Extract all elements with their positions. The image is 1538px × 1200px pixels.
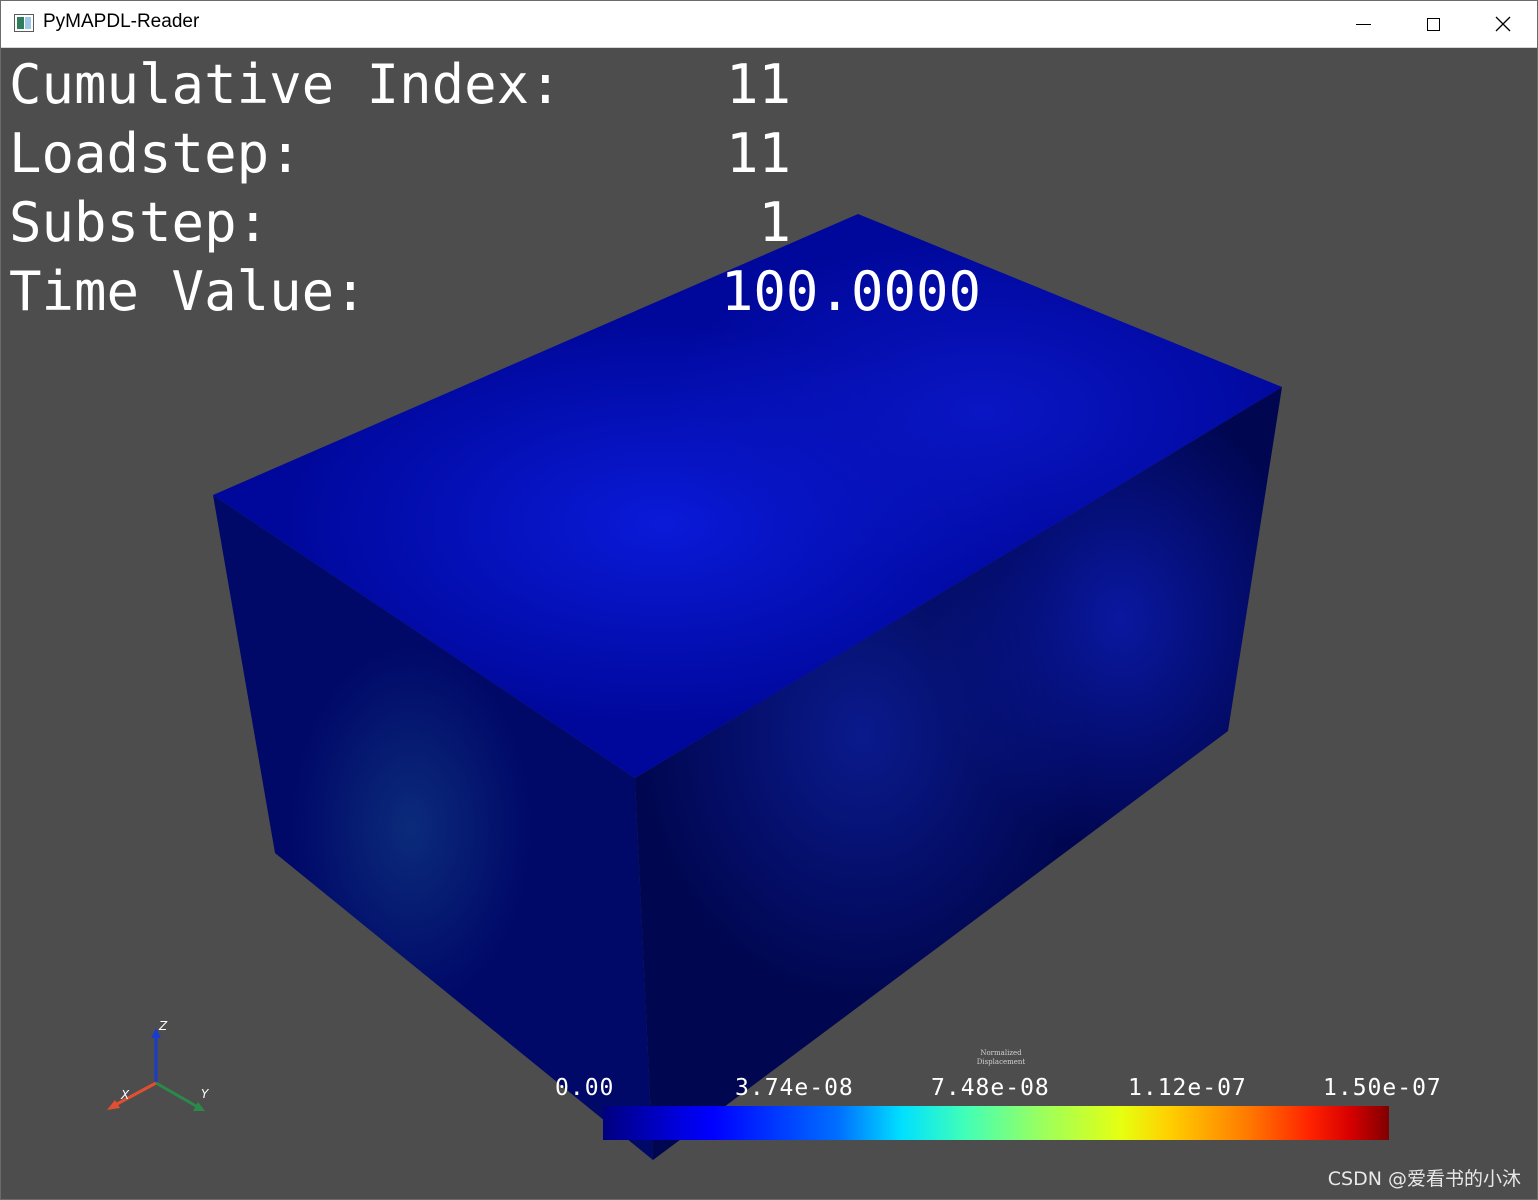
scalar-bar-title: Normalized Displacement	[976, 1049, 1026, 1066]
loadstep-value: 11	[725, 122, 791, 185]
scalar-bar-label-2: 7.48e-08	[931, 1075, 1050, 1101]
maximize-icon	[1426, 17, 1440, 31]
close-icon	[1495, 16, 1511, 32]
orientation-axes-widget: Z Y X	[107, 1019, 210, 1111]
scalar-bar	[603, 1106, 1389, 1140]
axis-label-z: Z	[158, 1019, 168, 1033]
app-icon	[14, 14, 34, 32]
loadstep-label: Loadstep:	[9, 122, 302, 185]
scalar-bar-label-0: 0.00	[555, 1075, 615, 1101]
substep-value: 1	[758, 191, 791, 254]
close-button[interactable]	[1468, 1, 1537, 47]
scalar-bar-label-3: 1.12e-07	[1128, 1075, 1247, 1101]
time-value-value: 100.0000	[720, 260, 981, 323]
maximize-button[interactable]	[1398, 1, 1468, 47]
cumulative-index-label: Cumulative Index:	[9, 53, 562, 116]
axis-label-y: Y	[201, 1087, 210, 1101]
minimize-icon	[1355, 23, 1371, 25]
render-viewport[interactable]: Cumulative Index: 11 Loadstep: 11 Subste…	[1, 48, 1537, 1199]
axis-label-x: X	[120, 1088, 130, 1102]
scalar-bar-label-1: 3.74e-08	[735, 1075, 854, 1101]
time-value-label: Time Value:	[9, 260, 367, 323]
app-window: PyMAPDL-Reader Cumulative Index: 11 Load…	[0, 0, 1538, 1200]
substep-label: Substep:	[9, 191, 270, 254]
scalar-bar-label-4: 1.50e-07	[1323, 1075, 1442, 1101]
minimize-button[interactable]	[1328, 1, 1398, 47]
window-title: PyMAPDL-Reader	[43, 11, 200, 32]
watermark: CSDN @爱看书的小沐	[1327, 1168, 1521, 1190]
cumulative-index-value: 11	[725, 53, 791, 116]
title-bar[interactable]: PyMAPDL-Reader	[1, 1, 1537, 48]
